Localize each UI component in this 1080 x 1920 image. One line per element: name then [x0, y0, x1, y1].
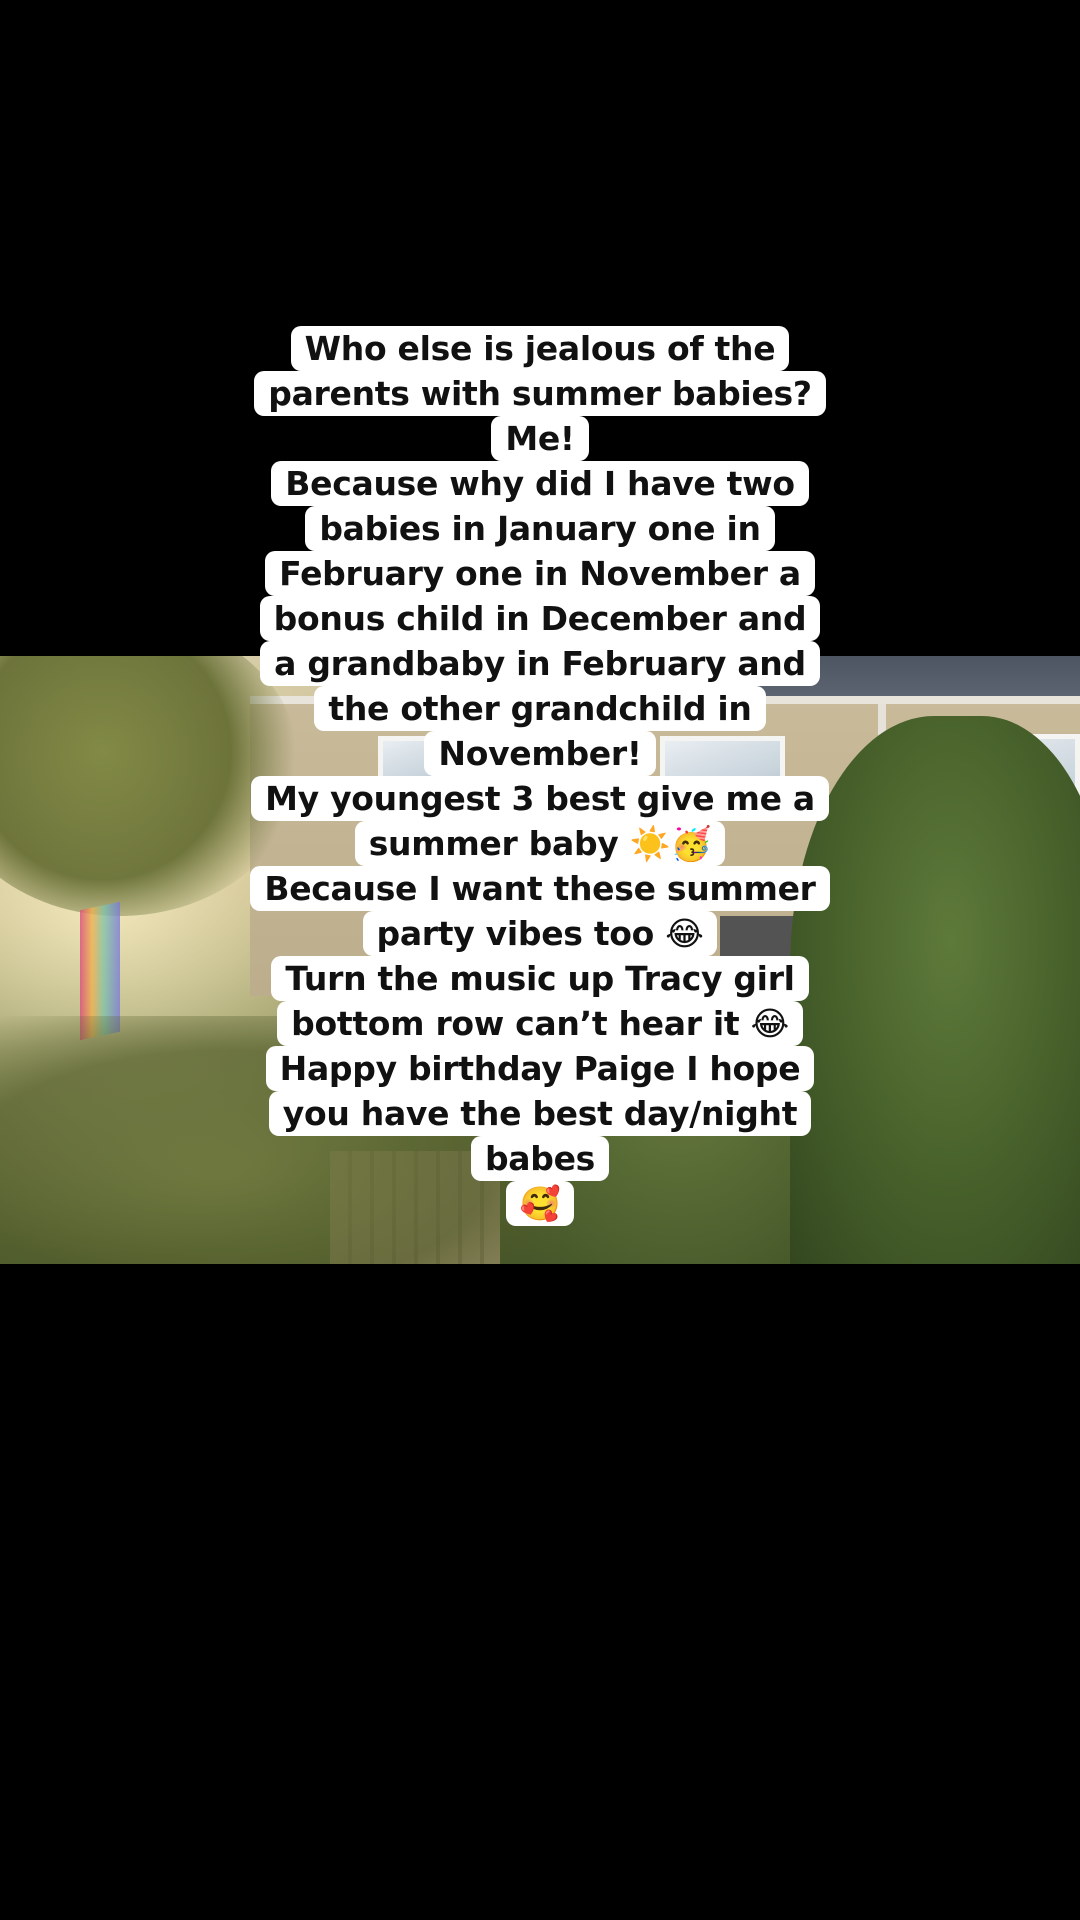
caption-line: a grandbaby in February and [260, 641, 820, 686]
letterbox-bottom [0, 1264, 1080, 1920]
caption-line: summer baby ☀️🥳 [354, 821, 726, 866]
caption-line: parents with summer babies? [254, 371, 826, 416]
caption-line: bottom row can’t hear it 😂 [277, 1001, 803, 1046]
caption-line: Me! [491, 416, 589, 461]
caption-line: Turn the music up Tracy girl [271, 956, 809, 1001]
caption-line: babies in January one in [305, 506, 775, 551]
caption-overlay: Who else is jealous of the parents with … [0, 326, 1080, 1226]
caption-line: November! [424, 731, 656, 776]
caption-line: My youngest 3 best give me a [251, 776, 829, 821]
caption-line: Happy birthday Paige I hope [265, 1046, 815, 1091]
caption-line: Because I want these summer [250, 866, 830, 911]
caption-line: bonus child in December and [259, 596, 821, 641]
caption-line: you have the best day/night [268, 1091, 812, 1136]
caption-line: Who else is jealous of the [290, 326, 790, 371]
caption-line: February one in November a [265, 551, 815, 596]
caption-line: babes [470, 1136, 610, 1181]
caption-line: the other grandchild in [314, 686, 766, 731]
caption-line: party vibes too 😂 [362, 911, 718, 956]
caption-line: Because why did I have two [271, 461, 809, 506]
caption-line: 🥰 [505, 1181, 575, 1226]
